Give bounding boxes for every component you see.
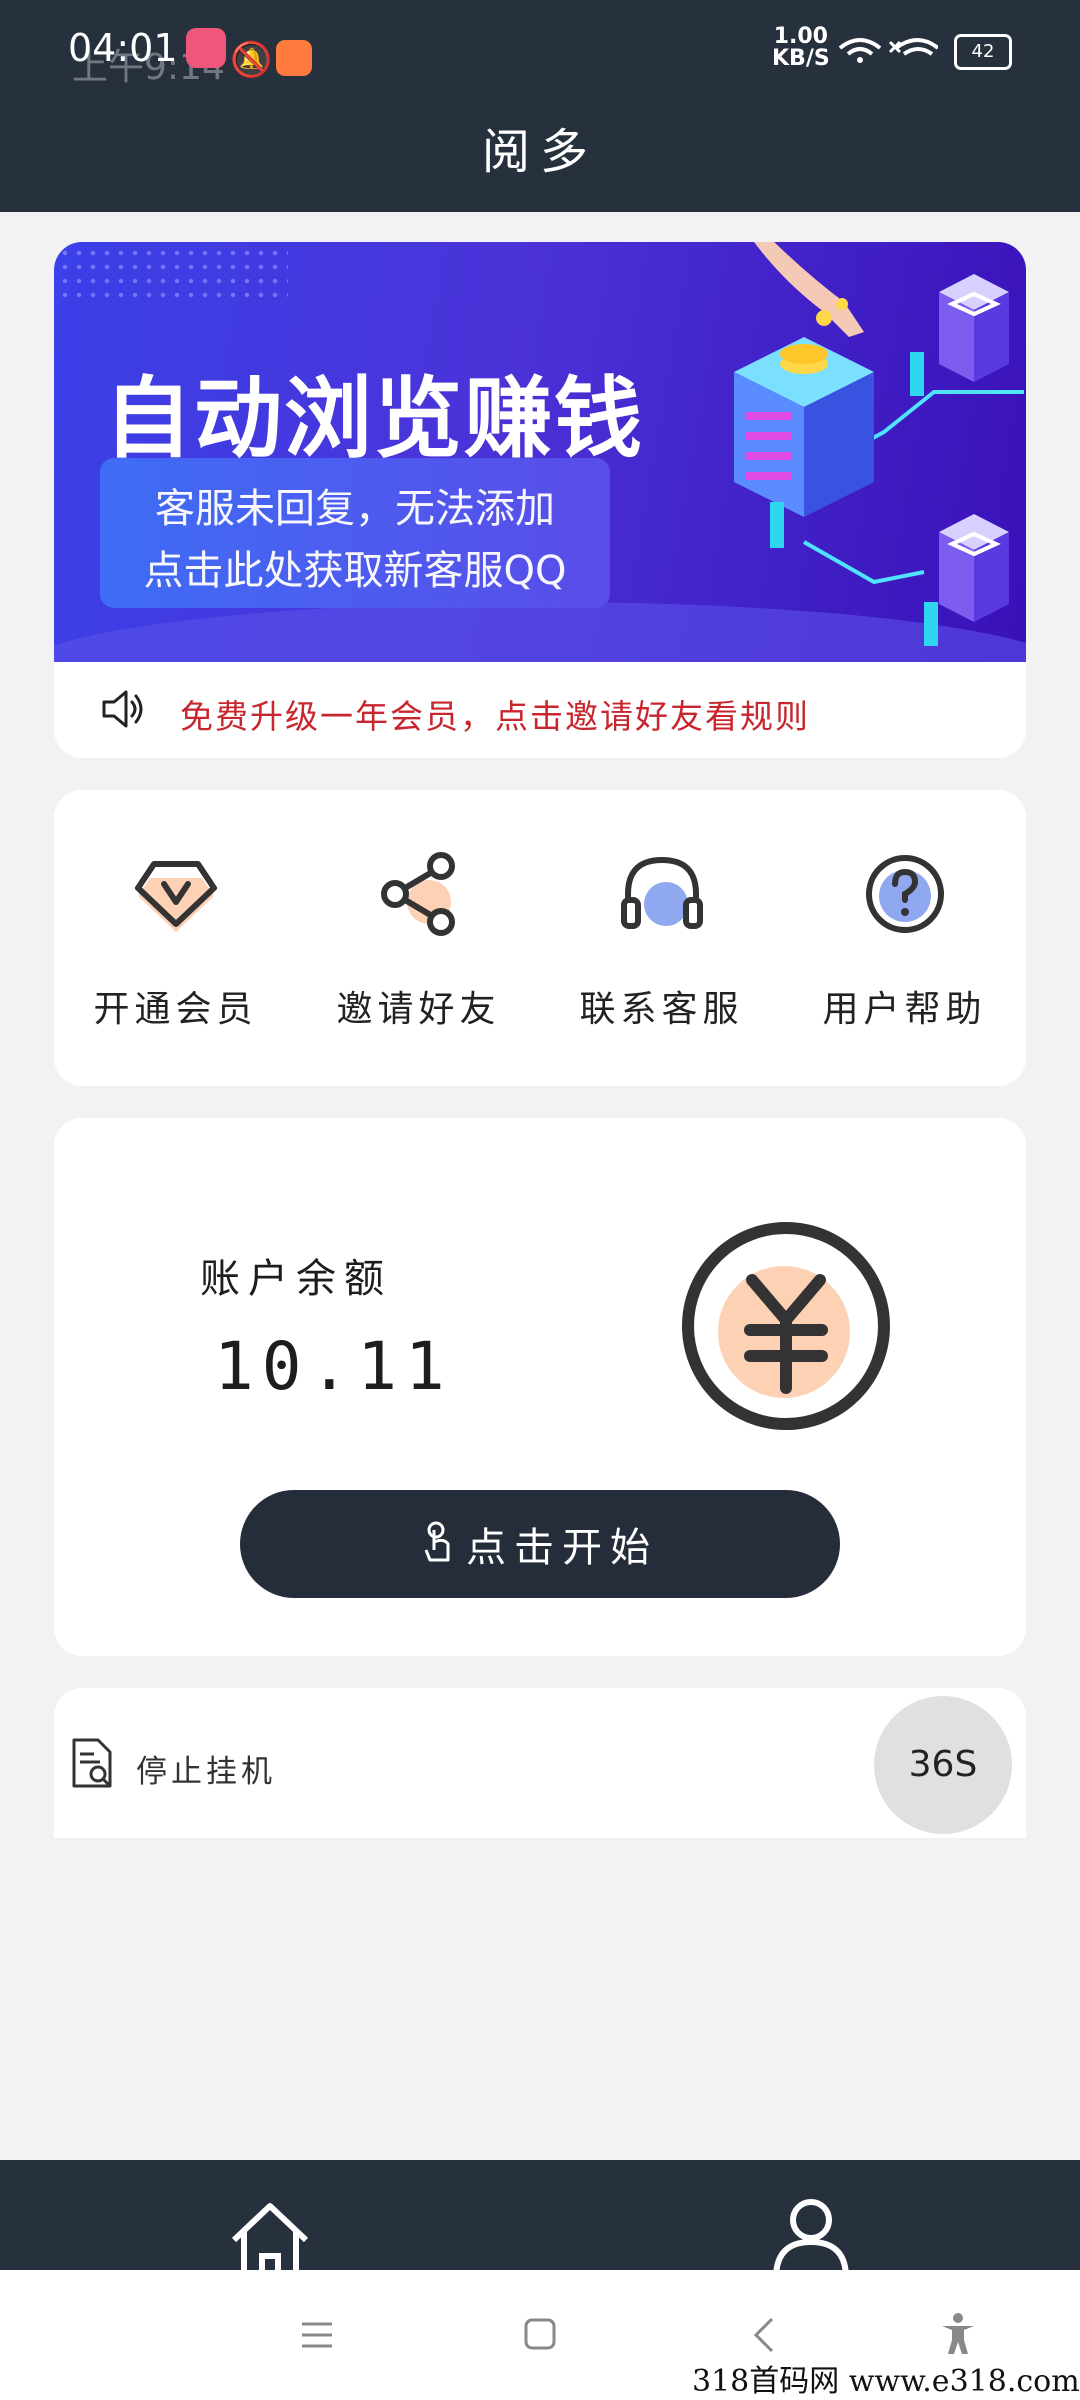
network-speed: 1.00 KB/S — [772, 24, 830, 71]
home-tab-icon[interactable] — [228, 2200, 312, 2270]
menu-item-user-help[interactable]: 用户帮助 — [783, 848, 1026, 1032]
yen-coin-icon — [682, 1222, 890, 1430]
countdown-timer: 36S — [874, 1696, 1012, 1834]
home-nav-icon[interactable] — [524, 2318, 556, 2350]
account-balance-card: 账户余额 10.11 点击开始 — [54, 1118, 1026, 1656]
back-nav-icon[interactable] — [752, 2316, 776, 2354]
server-illustration-icon — [734, 242, 1024, 646]
speaker-icon — [102, 690, 143, 728]
menu-label-invite-friends: 邀请好友 — [336, 989, 501, 1030]
banner-card: 自动浏览赚钱 客服未回复，无法添加 点击此处获取新客服QQ 免费升级一年会员，点… — [54, 242, 1026, 758]
mute-bell-icon: 🔕 — [230, 40, 273, 80]
vip-diamond-icon — [134, 861, 217, 932]
countdown-timer-text: 36S — [908, 1744, 978, 1785]
tap-hand-icon — [424, 1521, 450, 1562]
notification-shop-icon — [276, 40, 312, 76]
notice-text: 免费升级一年会员，点击邀请好友看规则 — [180, 697, 810, 736]
bottom-tab-bar — [0, 2160, 1080, 2270]
start-button-label: 点击开始 — [466, 1525, 658, 1571]
battery-indicator: 42 — [954, 34, 1012, 70]
banner-dot-pattern — [58, 246, 288, 306]
notification-app-icon — [186, 28, 226, 68]
recent-apps-icon[interactable] — [300, 2320, 334, 2350]
auto-task-card: 停止挂机 36S — [54, 1688, 1026, 1838]
accessibility-icon[interactable] — [938, 2312, 978, 2356]
start-button[interactable]: 点击开始 — [240, 1490, 840, 1598]
help-icon — [865, 855, 944, 933]
profile-tab-icon[interactable] — [772, 2198, 850, 2270]
notice-bar[interactable]: 免费升级一年会员，点击邀请好友看规则 — [54, 662, 1026, 758]
signal-wifi-icon — [838, 28, 940, 72]
menu-label-open-vip: 开通会员 — [93, 989, 258, 1030]
menu-label-user-help: 用户帮助 — [822, 989, 987, 1030]
share-icon — [380, 852, 455, 936]
document-search-icon — [72, 1738, 112, 1788]
menu-item-invite-friends[interactable]: 邀请好友 — [297, 848, 540, 1032]
banner-headline: 自动浏览赚钱 — [104, 367, 645, 470]
banner-line-1: 客服未回复，无法添加 — [155, 486, 555, 532]
balance-value: 10.11 — [214, 1328, 453, 1405]
quick-menu-card: 开通会员 邀请好友 联系客服 用户帮助 — [54, 790, 1026, 1086]
banner-line-2: 点击此处获取新客服QQ — [143, 548, 567, 594]
stop-idle-label[interactable]: 停止挂机 — [136, 1746, 276, 1791]
get-support-qq-box[interactable]: 客服未回复，无法添加 点击此处获取新客服QQ — [100, 458, 610, 608]
menu-item-contact-support[interactable]: 联系客服 — [540, 848, 783, 1032]
balance-label: 账户余额 — [200, 1256, 392, 1302]
headset-icon — [620, 856, 703, 929]
promo-banner[interactable]: 自动浏览赚钱 客服未回复，无法添加 点击此处获取新客服QQ — [54, 242, 1026, 662]
menu-item-open-vip[interactable]: 开通会员 — [54, 848, 297, 1032]
system-nav-bar: 318首码网 www.e318.com — [0, 2270, 1080, 2400]
menu-label-contact-support: 联系客服 — [579, 989, 744, 1030]
page-title: 阅多 — [481, 124, 598, 180]
app-header: 04:01 上午9:14 🔕 1.00 KB/S 42 阅多 — [0, 0, 1080, 212]
watermark-text: 318首码网 www.e318.com — [692, 2364, 1080, 2399]
